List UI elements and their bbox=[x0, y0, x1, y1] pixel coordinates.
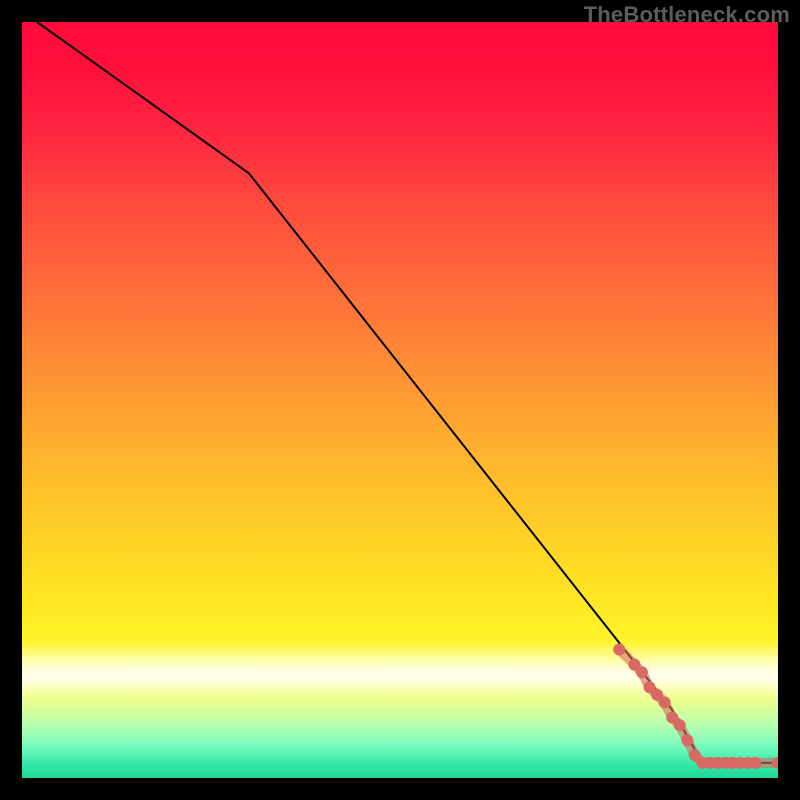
highlight-point bbox=[674, 719, 686, 731]
highlight-point bbox=[636, 666, 648, 678]
highlight-point bbox=[613, 644, 625, 656]
highlight-point bbox=[681, 734, 693, 746]
highlight-point bbox=[659, 696, 671, 708]
bottleneck-curve bbox=[37, 22, 778, 763]
plot-area bbox=[22, 22, 778, 778]
plot-overlay bbox=[22, 22, 778, 778]
highlight-points bbox=[613, 644, 778, 769]
highlight-point bbox=[749, 757, 761, 769]
chart-stage: TheBottleneck.com bbox=[0, 0, 800, 800]
